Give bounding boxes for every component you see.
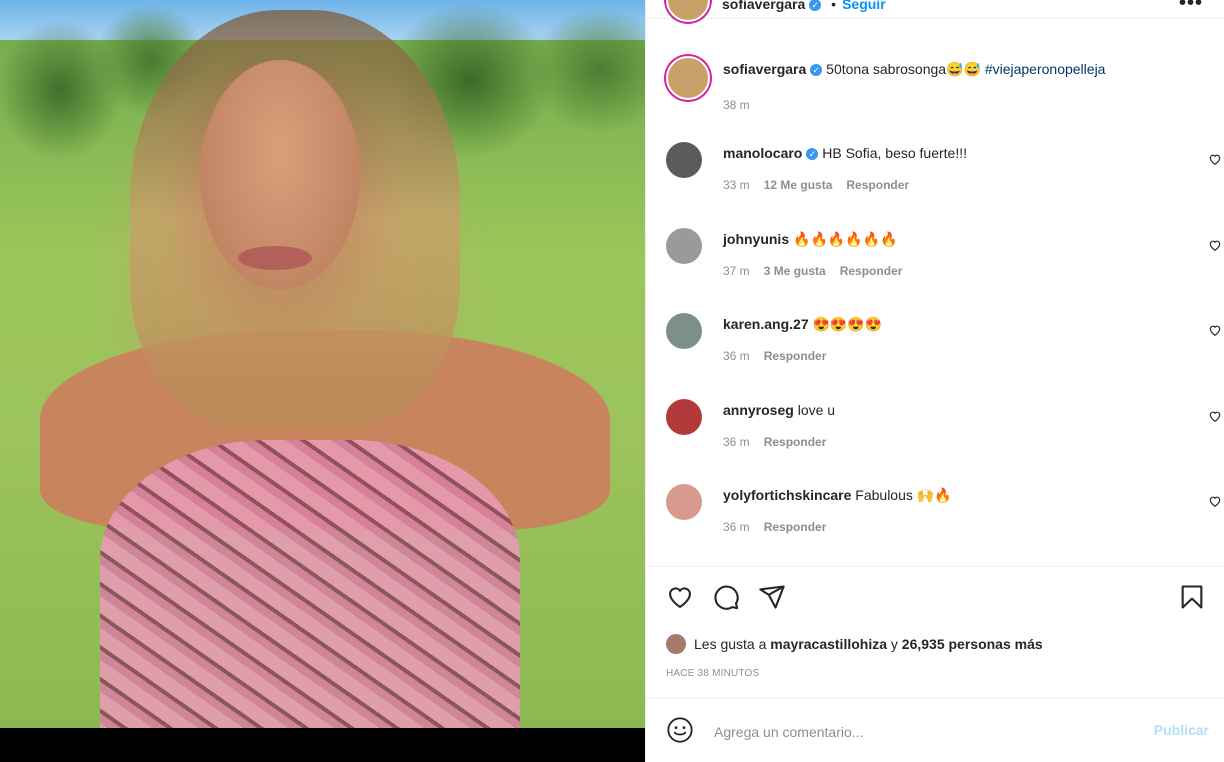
liker-username[interactable]: mayracastillohiza bbox=[770, 636, 887, 652]
photo-dress bbox=[100, 440, 520, 740]
comment-text: 😍😍😍😍 bbox=[812, 316, 883, 332]
publish-button[interactable]: Publicar bbox=[1154, 722, 1209, 738]
comment-heart-icon[interactable] bbox=[1208, 494, 1222, 508]
author-line: sofiavergara ✓ • Seguir bbox=[722, 0, 886, 12]
caption-time: 38 m bbox=[723, 98, 750, 112]
comment-avatar[interactable] bbox=[666, 399, 702, 435]
comment-item: annyroseg love u 36 m Responder bbox=[666, 399, 1221, 463]
comment-avatar[interactable] bbox=[666, 142, 702, 178]
likes-middle: y bbox=[887, 636, 902, 652]
verified-badge-icon: ✓ bbox=[810, 64, 823, 76]
post-panel: sofiavergara ✓ • Seguir ••• sofiavergara ✓ … bbox=[645, 0, 1224, 762]
follow-button[interactable]: Seguir bbox=[842, 0, 886, 12]
reply-button[interactable]: Responder bbox=[840, 264, 903, 278]
comment-text: Fabulous 🙌🔥 bbox=[855, 487, 952, 503]
photo-lips bbox=[238, 246, 312, 270]
comment-text-line: yolyfortichskincare Fabulous 🙌🔥 bbox=[723, 486, 1183, 504]
likes-summary: Les gusta a mayracastillohiza y 26,935 p… bbox=[666, 634, 1043, 654]
comment-time: 37 m bbox=[723, 264, 750, 278]
caption-username[interactable]: sofiavergara bbox=[723, 61, 806, 77]
verified-badge-icon: ✓ bbox=[806, 148, 819, 160]
comment-meta: 36 m Responder bbox=[723, 349, 840, 363]
comment-avatar[interactable] bbox=[666, 484, 702, 520]
post-actions bbox=[666, 583, 1206, 613]
comment-time: 36 m bbox=[723, 349, 750, 363]
author-username[interactable]: sofiavergara bbox=[722, 0, 805, 12]
share-icon[interactable] bbox=[758, 583, 786, 611]
comment-meta: 37 m 3 Me gusta Responder bbox=[723, 264, 916, 278]
comment-time: 33 m bbox=[723, 178, 750, 192]
comment-username[interactable]: manolocaro bbox=[723, 145, 802, 161]
smiley-icon[interactable] bbox=[666, 716, 694, 744]
likes-prefix: Les gusta a bbox=[694, 636, 771, 652]
separator-dot: • bbox=[831, 0, 837, 12]
liker-avatar[interactable] bbox=[666, 634, 686, 654]
post-caption: sofiavergara ✓ 50tona sabrosonga😅😅 #vieja… bbox=[666, 56, 1206, 116]
post-header: sofiavergara ✓ • Seguir ••• bbox=[646, 0, 1224, 22]
comment-username[interactable]: johnyunis bbox=[723, 231, 789, 247]
comment-item: yolyfortichskincare Fabulous 🙌🔥 36 m Resp… bbox=[666, 484, 1221, 548]
reply-button[interactable]: Responder bbox=[764, 435, 827, 449]
comment-text: love u bbox=[797, 402, 836, 418]
comment-text: 🔥🔥🔥🔥🔥🔥 bbox=[793, 231, 898, 247]
comment-heart-icon[interactable] bbox=[1208, 323, 1222, 337]
comment-avatar[interactable] bbox=[666, 228, 702, 264]
likes-count[interactable]: 26,935 personas más bbox=[902, 636, 1043, 652]
heart-icon[interactable] bbox=[666, 583, 694, 611]
comment-item: karen.ang.27 😍😍😍😍 36 m Responder bbox=[666, 313, 1221, 377]
more-horizontal-icon[interactable]: ••• bbox=[1179, 0, 1203, 15]
reply-button[interactable]: Responder bbox=[846, 178, 909, 192]
comment-input[interactable] bbox=[712, 720, 1116, 744]
comment-item: manolocaro ✓ HB Sofia, beso fuerte!!! 33 … bbox=[666, 142, 1221, 206]
actions-divider bbox=[646, 566, 1224, 567]
bookmark-icon[interactable] bbox=[1178, 583, 1206, 611]
comment-item: johnyunis 🔥🔥🔥🔥🔥🔥 37 m 3 Me gusta Responder bbox=[666, 228, 1221, 292]
comment-time: 36 m bbox=[723, 520, 750, 534]
reply-button[interactable]: Responder bbox=[764, 349, 827, 363]
comment-text-line: manolocaro ✓ HB Sofia, beso fuerte!!! bbox=[723, 144, 1183, 162]
comment-likes[interactable]: 3 Me gusta bbox=[764, 264, 826, 278]
comment-username[interactable]: annyroseg bbox=[723, 402, 794, 418]
comment-heart-icon[interactable] bbox=[1208, 152, 1222, 166]
caption-hashtag[interactable]: #viejaperonopelleja bbox=[985, 61, 1106, 77]
caption-avatar[interactable] bbox=[666, 56, 710, 100]
comment-meta: 36 m Responder bbox=[723, 520, 840, 534]
post-photo[interactable] bbox=[0, 0, 645, 762]
comment-username[interactable]: karen.ang.27 bbox=[723, 316, 809, 332]
comment-icon[interactable] bbox=[712, 583, 740, 611]
comment-meta: 36 m Responder bbox=[723, 435, 840, 449]
photo-bottom-bar bbox=[0, 728, 645, 762]
comment-text-line: karen.ang.27 😍😍😍😍 bbox=[723, 315, 1183, 333]
caption-text: 50tona sabrosonga😅😅 bbox=[826, 61, 981, 77]
comment-meta: 33 m 12 Me gusta Responder bbox=[723, 178, 923, 192]
comment-text-line: johnyunis 🔥🔥🔥🔥🔥🔥 bbox=[723, 230, 1183, 248]
post-timestamp: HACE 38 MINUTOS bbox=[666, 668, 760, 679]
author-avatar[interactable] bbox=[666, 0, 710, 22]
comment-form: Publicar bbox=[666, 716, 1211, 748]
comment-text: HB Sofia, beso fuerte!!! bbox=[822, 145, 967, 161]
comment-divider bbox=[646, 698, 1224, 699]
caption-text-line: sofiavergara ✓ 50tona sabrosonga😅😅 #vieja… bbox=[723, 60, 1183, 78]
comment-heart-icon[interactable] bbox=[1208, 409, 1222, 423]
verified-badge-icon: ✓ bbox=[809, 0, 822, 11]
reply-button[interactable]: Responder bbox=[764, 520, 827, 534]
comment-heart-icon[interactable] bbox=[1208, 238, 1222, 252]
comment-likes[interactable]: 12 Me gusta bbox=[764, 178, 833, 192]
comment-username[interactable]: yolyfortichskincare bbox=[723, 487, 851, 503]
comment-text-line: annyroseg love u bbox=[723, 401, 1183, 419]
photo-image bbox=[0, 0, 645, 740]
comment-time: 36 m bbox=[723, 435, 750, 449]
comment-avatar[interactable] bbox=[666, 313, 702, 349]
caption-meta: 38 m bbox=[723, 98, 764, 112]
